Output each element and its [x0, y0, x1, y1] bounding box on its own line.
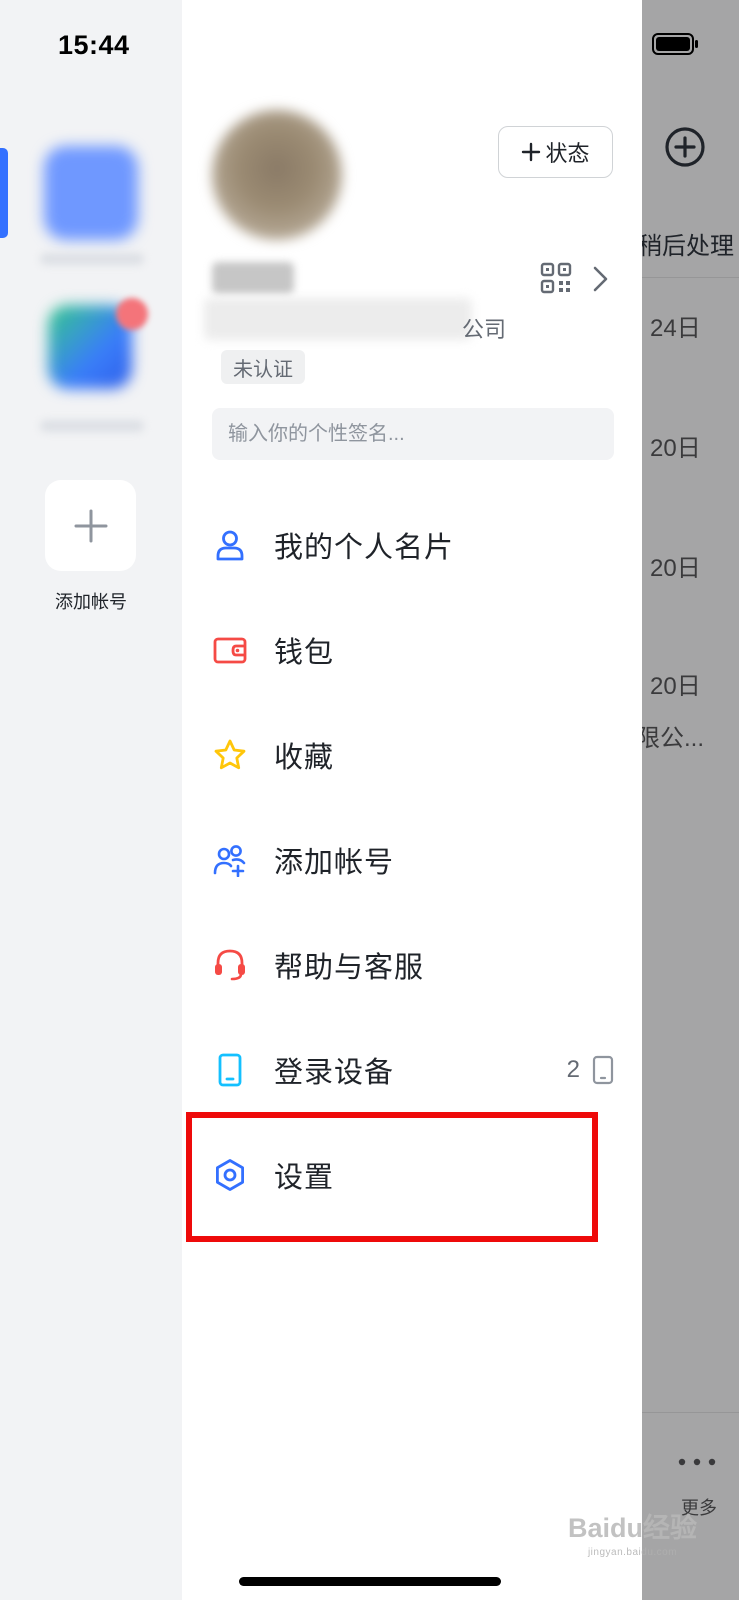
plus-icon [74, 509, 107, 542]
menu-item-login-devices[interactable]: 登录设备 2 [182, 1017, 642, 1122]
message-date: 20日 [650, 673, 701, 700]
battery-icon [652, 33, 698, 55]
menu-item-wallet[interactable]: 钱包 [182, 597, 642, 702]
home-indicator[interactable] [239, 1577, 501, 1586]
user-name [212, 262, 294, 294]
add-circle-icon[interactable] [664, 126, 706, 168]
menu-label: 帮助与客服 [274, 951, 425, 984]
menu-label: 添加帐号 [274, 846, 395, 879]
menu-label: 钱包 [274, 636, 335, 669]
status-button-label: 状态 [545, 141, 590, 166]
wallet-icon [212, 632, 248, 668]
chevron-right-icon[interactable] [590, 264, 610, 294]
menu-item-add-account[interactable]: 添加帐号 [182, 807, 642, 912]
dimmed-main-view[interactable]: 稍后处理 24日 20日 20日 20日 限公... 更多 [642, 0, 739, 1600]
watermark: Baidu经验 jingyan.baidu.com [568, 1506, 697, 1558]
watermark-brand: Baidu经验 [568, 1513, 698, 1543]
account-name-secondary [40, 420, 144, 432]
message-date: 20日 [650, 555, 701, 582]
phone-icon [212, 1052, 248, 1088]
device-icon [592, 1055, 614, 1084]
menu-item-business-card[interactable]: 我的个人名片 [182, 492, 642, 597]
account-avatar-primary[interactable] [44, 146, 138, 240]
tab-later[interactable]: 稍后处理 [642, 226, 734, 261]
account-name-primary [40, 253, 144, 265]
menu-label: 收藏 [274, 741, 335, 774]
message-snippet: 限公... [642, 725, 705, 752]
more-icon[interactable] [678, 1458, 716, 1466]
status-time: 15:44 [58, 30, 130, 60]
add-account-button[interactable] [45, 480, 136, 571]
avatar[interactable] [212, 110, 342, 240]
company-name [204, 298, 472, 340]
add-account-label: 添加帐号 [55, 592, 127, 612]
settings-highlight-box [186, 1112, 598, 1242]
add-user-icon [212, 842, 248, 878]
verification-badge: 未认证 [221, 350, 305, 384]
qr-code-icon[interactable] [540, 262, 572, 294]
star-icon [212, 737, 248, 773]
menu-item-favorites[interactable]: 收藏 [182, 702, 642, 807]
account-unread-badge [116, 298, 148, 330]
message-date: 20日 [650, 435, 701, 462]
divider [642, 1412, 739, 1413]
signature-input[interactable] [212, 408, 614, 460]
profile-drawer: 状态 公司 未认证 我的个人名片 钱包 [182, 0, 642, 1600]
message-date: 24日 [650, 315, 701, 342]
device-count: 2 [566, 1055, 580, 1083]
divider [642, 277, 739, 278]
headset-icon [212, 947, 248, 983]
menu-label: 我的个人名片 [274, 531, 455, 564]
company-suffix: 公司 [462, 317, 507, 342]
menu-item-help[interactable]: 帮助与客服 [182, 912, 642, 1017]
active-account-indicator [0, 148, 8, 238]
watermark-url: jingyan.baidu.com [587, 1547, 678, 1558]
menu-label: 登录设备 [274, 1056, 395, 1089]
set-status-button[interactable]: 状态 [498, 126, 613, 178]
account-rail: 15:44 添加帐号 [0, 0, 182, 1600]
user-card-icon [212, 527, 248, 563]
plus-icon [522, 142, 541, 162]
